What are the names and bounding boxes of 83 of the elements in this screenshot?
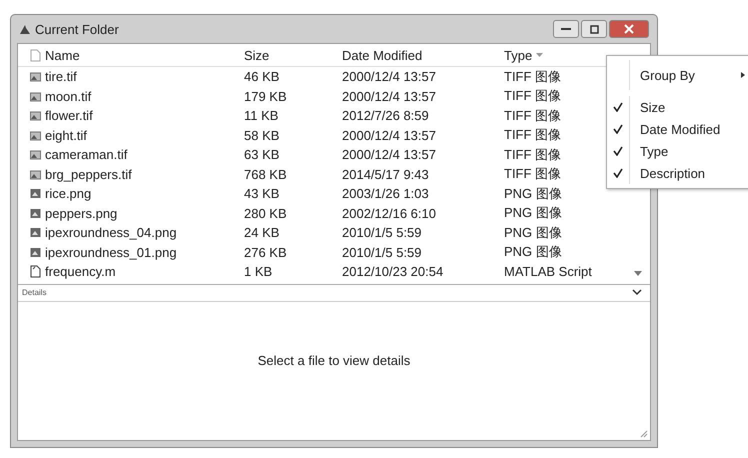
type-cell-text: TIFF 图像	[504, 68, 562, 86]
resize-grip-icon[interactable]	[640, 430, 648, 438]
size-cell-text: 58 KB	[244, 128, 280, 143]
type-cell-text: TIFF 图像	[504, 165, 562, 184]
size-cell-text: 179 KB	[244, 88, 288, 104]
image-file-icon	[30, 71, 41, 82]
size-cell-text: 1 KB	[244, 264, 274, 280]
menu-item[interactable]: Description	[607, 162, 748, 184]
date-cell-text: 2010/1/5 5:59	[342, 244, 423, 260]
checkmark-icon	[613, 168, 623, 178]
image-file-icon	[30, 90, 41, 102]
details-header[interactable]: Details	[18, 284, 650, 302]
file-name-cell[interactable]: peppers.png	[18, 206, 244, 221]
menu-item[interactable]: Size	[607, 96, 748, 118]
close-icon	[624, 24, 634, 34]
column-header[interactable]: Size	[244, 48, 342, 62]
scroll-down-icon[interactable]	[634, 270, 642, 276]
date-cell-text: 2000/12/4 13:57	[342, 69, 437, 84]
file-name-cell[interactable]: ipexroundness_01.png	[18, 244, 244, 260]
checkmark-icon	[613, 146, 623, 156]
image-file-icon	[30, 168, 41, 180]
file-name-cell[interactable]: flower.tif	[18, 108, 244, 124]
script-file-icon	[30, 265, 41, 278]
file-name-cell[interactable]: ipexroundness_04.png	[18, 225, 244, 240]
type-cell-text: TIFF 图像	[504, 146, 562, 164]
file-name-cell[interactable]: moon.tif	[18, 88, 244, 104]
file-name-cell[interactable]: brg_peppers.tif	[18, 166, 244, 182]
image-file-icon	[30, 188, 41, 200]
size-cell-text: 768 KB	[244, 166, 288, 182]
type-cell-text: TIFF 图像	[504, 87, 562, 106]
submenu-arrow-icon	[741, 72, 745, 78]
checkmark-icon	[613, 102, 623, 112]
date-cell-text: 2003/1/26 1:03	[342, 186, 430, 202]
file-icon	[30, 48, 41, 62]
type-cell-text: PNG 图像	[504, 224, 563, 242]
image-file-icon	[30, 149, 41, 160]
image-file-icon	[30, 227, 41, 238]
date-cell-text: 2002/12/16 6:10	[342, 206, 437, 221]
maximize-button[interactable]	[581, 20, 607, 38]
size-cell-text: 24 KB	[244, 225, 280, 240]
image-file-icon	[30, 246, 41, 258]
date-cell-text: 2000/12/4 13:57	[342, 147, 437, 162]
close-button[interactable]	[609, 20, 649, 38]
date-cell-text: 2014/5/17 9:43	[342, 166, 430, 182]
type-cell-text: MATLAB Script	[504, 264, 593, 280]
type-cell-text: PNG 图像	[504, 243, 563, 262]
minimize-icon	[561, 27, 571, 31]
menu-item[interactable]: Group By	[607, 60, 748, 90]
menu-item[interactable]: Date Modified	[607, 118, 748, 140]
image-file-icon	[30, 130, 41, 141]
column-header[interactable]: Type	[504, 48, 614, 62]
checkmark-icon	[613, 124, 623, 134]
file-name-cell[interactable]: tire.tif	[18, 69, 244, 84]
file-name-cell[interactable]: cameraman.tif	[18, 147, 244, 162]
chevron-down-icon	[632, 289, 642, 296]
type-cell-text: TIFF 图像	[504, 106, 562, 125]
type-cell-text: PNG 图像	[504, 204, 563, 222]
size-cell-text: 276 KB	[244, 244, 288, 260]
date-cell-text: 2010/1/5 5:59	[342, 225, 423, 240]
date-cell-text: 2000/12/4 13:57	[342, 128, 437, 143]
type-cell-text: TIFF 图像	[504, 126, 562, 144]
date-cell-text: 2012/10/23 20:54	[342, 264, 444, 280]
size-cell-text: 63 KB	[244, 147, 280, 162]
menu-item[interactable]: Type	[607, 140, 748, 162]
file-name-cell[interactable]: rice.png	[18, 186, 244, 202]
size-cell-text: 11 KB	[244, 108, 280, 124]
size-cell-text: 280 KB	[244, 206, 288, 221]
date-cell-text: 2000/12/4 13:57	[342, 88, 437, 104]
maximize-icon	[590, 24, 598, 34]
file-name-cell[interactable]: frequency.m	[18, 264, 244, 280]
column-header[interactable]: Date Modified	[342, 48, 504, 62]
image-file-icon	[30, 208, 41, 219]
minimize-button[interactable]	[553, 20, 579, 38]
size-cell-text: 43 KB	[244, 186, 280, 202]
type-cell-text: PNG 图像	[504, 184, 563, 203]
column-header[interactable]: Name	[18, 48, 244, 62]
window-title: Current Folder	[35, 22, 119, 36]
sort-arrow-icon	[536, 53, 544, 57]
file-name-cell[interactable]: eight.tif	[18, 128, 244, 143]
date-cell-text: 2012/7/26 8:59	[342, 108, 430, 124]
image-file-icon	[30, 110, 41, 122]
details-message: Select a file to view details	[258, 353, 410, 368]
size-cell-text: 46 KB	[244, 69, 280, 84]
